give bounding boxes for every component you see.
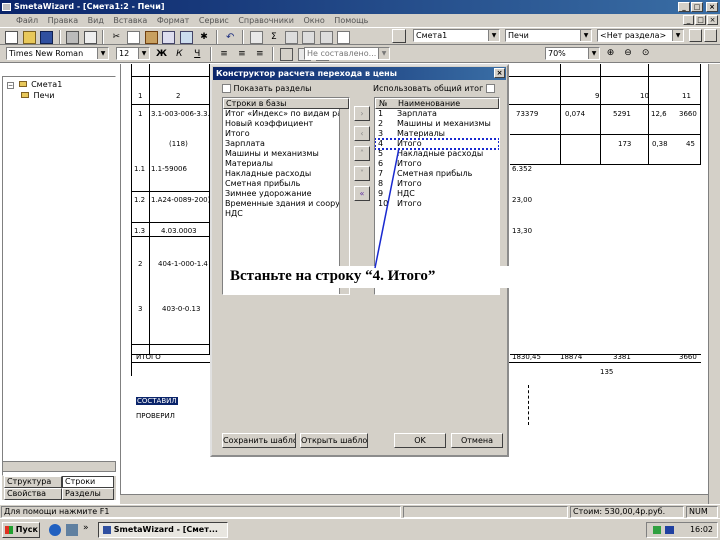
callout-arrow-line xyxy=(374,147,400,269)
status-price-text: Стоим: 530,00,4р.руб. xyxy=(573,507,666,516)
app-task-icon xyxy=(103,525,111,534)
taskbar: Пуск » SmetaWizard - [Смет... 16:02 xyxy=(0,518,720,540)
system-tray: 16:02 xyxy=(646,522,718,538)
quicklaunch-ie-icon[interactable] xyxy=(49,524,61,536)
clock: 16:02 xyxy=(689,525,713,534)
status-price: Стоим: 530,00,4р.руб. xyxy=(570,506,684,518)
quicklaunch-desktop-icon[interactable] xyxy=(66,524,78,536)
status-num: NUM xyxy=(686,506,718,518)
status-num-text: NUM xyxy=(689,507,708,516)
status-empty xyxy=(403,506,568,518)
status-bar: Для помощи нажмите F1 Стоим: 530,00,4р.р… xyxy=(0,504,720,518)
tray-icon[interactable] xyxy=(653,526,661,534)
status-help: Для помощи нажмите F1 xyxy=(1,506,401,518)
start-button[interactable]: Пуск xyxy=(2,522,40,538)
start-label: Пуск xyxy=(15,525,38,534)
quicklaunch-more-icon[interactable]: » xyxy=(83,523,89,533)
status-help-text: Для помощи нажмите F1 xyxy=(4,507,110,516)
task-label: SmetaWizard - [Смет... xyxy=(113,525,218,534)
windows-flag-icon xyxy=(5,525,13,534)
tray-lang-icon[interactable] xyxy=(665,526,674,534)
callout-arrow xyxy=(374,147,400,269)
task-smetawizard[interactable]: SmetaWizard - [Смет... xyxy=(98,522,228,538)
